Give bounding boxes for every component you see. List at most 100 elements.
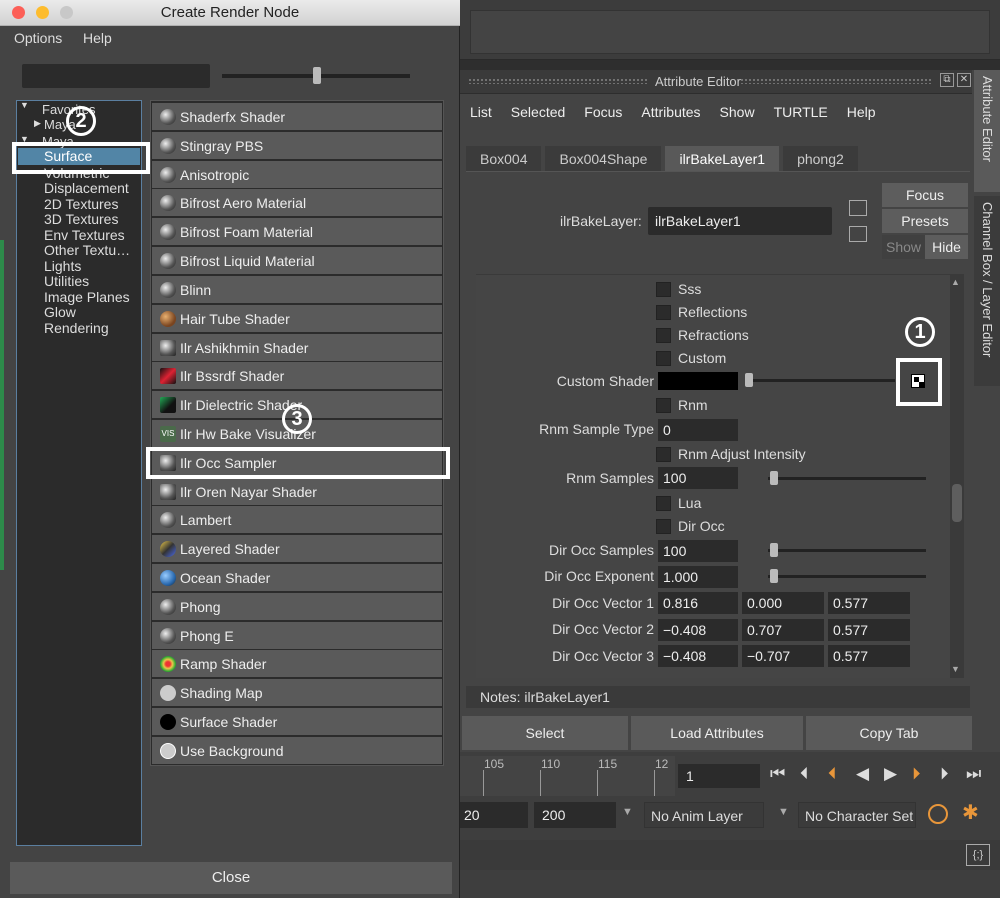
list-item-bifrost-liquid[interactable]: Bifrost Liquid Material — [152, 247, 442, 274]
rnm-sample-type-field[interactable]: 0 — [658, 419, 738, 441]
go-to-start-icon[interactable]: ⏮ — [770, 764, 785, 784]
rnm-adjust-intensity-checkbox[interactable] — [656, 447, 671, 462]
menu-help[interactable]: Help — [847, 104, 876, 126]
range-start-field[interactable]: 20 — [456, 802, 528, 828]
step-forward-key-icon[interactable]: ⏵ — [912, 764, 921, 784]
tab-phong2[interactable]: phong2 — [783, 146, 858, 172]
dir-occ-exponent-slider[interactable] — [768, 575, 926, 578]
menu-turtle[interactable]: TURTLE — [774, 104, 828, 126]
anim-layer-dropdown[interactable]: No Anim Layer — [644, 802, 764, 828]
list-item-ilr-oren-nayar[interactable]: Ilr Oren Nayar Shader — [152, 478, 442, 505]
character-set-dropdown[interactable]: No Character Set — [798, 802, 916, 828]
dir-occ-checkbox[interactable] — [656, 519, 671, 534]
hide-button[interactable]: Hide — [925, 235, 968, 259]
refractions-checkbox[interactable] — [656, 328, 671, 343]
dir-occ-vector-1-y[interactable]: 0.000 — [742, 592, 824, 614]
command-line[interactable] — [460, 840, 1000, 870]
list-item-surface-shader[interactable]: Surface Shader — [152, 708, 442, 735]
list-item-anisotropic[interactable]: Anisotropic — [152, 161, 442, 188]
menu-attributes[interactable]: Attributes — [641, 104, 700, 126]
close-button[interactable]: Close — [10, 862, 452, 894]
custom-checkbox[interactable] — [656, 351, 671, 366]
dir-occ-vector-1-x[interactable]: 0.816 — [658, 592, 738, 614]
rnm-samples-slider[interactable] — [768, 477, 926, 480]
load-attributes-button[interactable]: Load Attributes — [631, 716, 803, 750]
list-item-layered-shader[interactable]: Layered Shader — [152, 535, 442, 562]
sss-checkbox[interactable] — [656, 282, 671, 297]
list-item-bifrost-foam[interactable]: Bifrost Foam Material — [152, 218, 442, 245]
menu-options[interactable]: Options — [14, 30, 62, 46]
lua-checkbox[interactable] — [656, 496, 671, 511]
dir-occ-vector-3-x[interactable]: −0.408 — [658, 645, 738, 667]
dir-occ-vector-2-x[interactable]: −0.408 — [658, 619, 738, 641]
list-item-bifrost-aero[interactable]: Bifrost Aero Material — [152, 189, 442, 216]
step-back-frame-icon[interactable]: ⏴ — [800, 764, 809, 784]
menu-focus[interactable]: Focus — [584, 104, 622, 126]
custom-shader-slider[interactable] — [745, 379, 895, 382]
step-back-key-icon[interactable]: ⏴ — [828, 764, 837, 784]
copy-tab-button[interactable]: Copy Tab — [806, 716, 972, 750]
list-item-stingray-pbs[interactable]: Stingray PBS — [152, 132, 442, 159]
list-item-shaderfx-shader[interactable]: Shaderfx Shader — [152, 103, 442, 130]
rnm-checkbox[interactable] — [656, 398, 671, 413]
scrollbar-thumb[interactable] — [952, 484, 962, 522]
show-button[interactable]: Show — [882, 235, 925, 259]
tab-box004shape[interactable]: Box004Shape — [545, 146, 662, 172]
attributes-scrollbar[interactable] — [950, 274, 964, 678]
icon-size-slider-handle[interactable] — [313, 67, 321, 84]
side-tab-channel-box[interactable]: Channel Box / Layer Editor — [974, 196, 1000, 386]
dir-occ-exponent-field[interactable]: 1.000 — [658, 566, 738, 588]
custom-shader-slider-handle[interactable] — [745, 373, 753, 387]
scroll-down-icon[interactable]: ▼ — [951, 664, 960, 674]
menu-show[interactable]: Show — [720, 104, 755, 126]
auto-key-icon[interactable] — [928, 804, 948, 824]
drag-grip[interactable] — [468, 78, 648, 84]
output-connection-icon[interactable] — [849, 226, 867, 242]
tree-item-rendering[interactable]: Rendering — [44, 320, 109, 336]
custom-shader-swatch[interactable] — [658, 372, 738, 390]
tree-item-utilities[interactable]: Utilities — [44, 273, 89, 289]
dir-occ-vector-3-y[interactable]: −0.707 — [742, 645, 824, 667]
list-item-ocean-shader[interactable]: Ocean Shader — [152, 564, 442, 591]
list-item-shading-map[interactable]: Shading Map — [152, 679, 442, 706]
dir-occ-samples-field[interactable]: 100 — [658, 540, 738, 562]
notes-bar[interactable]: Notes: ilrBakeLayer1 — [466, 686, 970, 708]
scroll-up-icon[interactable]: ▲ — [951, 277, 960, 287]
tree-item-env-textures[interactable]: Env Textures — [44, 227, 125, 243]
tree-item-2d-textures[interactable]: 2D Textures — [44, 196, 118, 212]
presets-button[interactable]: Presets — [882, 209, 968, 233]
select-button[interactable]: Select — [462, 716, 628, 750]
rnm-samples-field[interactable]: 100 — [658, 467, 738, 489]
search-input[interactable] — [22, 64, 210, 88]
dir-occ-samples-slider-handle[interactable] — [770, 543, 778, 557]
node-name-field[interactable]: ilrBakeLayer1 — [648, 207, 832, 235]
range-end-field[interactable]: 200 — [534, 802, 616, 828]
animation-preferences-icon[interactable]: ✱ — [962, 800, 979, 825]
close-panel-icon[interactable]: ✕ — [957, 73, 971, 87]
dir-occ-vector-3-z[interactable]: 0.577 — [828, 645, 910, 667]
list-item-lambert[interactable]: Lambert — [152, 506, 442, 533]
menu-list[interactable]: List — [470, 104, 492, 126]
dir-occ-samples-slider[interactable] — [768, 549, 926, 552]
play-forwards-icon[interactable]: ▶ — [884, 764, 897, 784]
list-item-ilr-bssrdf[interactable]: Ilr Bssrdf Shader — [152, 362, 442, 389]
dir-occ-vector-2-z[interactable]: 0.577 — [828, 619, 910, 641]
favorites-expand-icon[interactable]: ▼ — [20, 100, 29, 110]
list-item-blinn[interactable]: Blinn — [152, 276, 442, 303]
input-connection-icon[interactable] — [849, 200, 867, 216]
tab-ilrbakelayer1[interactable]: ilrBakeLayer1 — [665, 146, 780, 172]
go-to-end-icon[interactable]: ⏭ — [966, 764, 981, 784]
tree-item-glow[interactable]: Glow — [44, 304, 76, 320]
dir-occ-vector-2-y[interactable]: 0.707 — [742, 619, 824, 641]
dir-occ-vector-1-z[interactable]: 0.577 — [828, 592, 910, 614]
step-forward-frame-icon[interactable]: ⏵ — [940, 764, 949, 784]
float-window-icon[interactable]: ⧉ — [940, 73, 954, 87]
menu-help-dialog[interactable]: Help — [83, 30, 112, 46]
reflections-checkbox[interactable] — [656, 305, 671, 320]
menu-selected[interactable]: Selected — [511, 104, 565, 126]
list-item-ilr-ashikhmin[interactable]: Ilr Ashikhmin Shader — [152, 334, 442, 361]
list-item-hair-tube-shader[interactable]: Hair Tube Shader — [152, 305, 442, 332]
tree-item-3d-textures[interactable]: 3D Textures — [44, 211, 118, 227]
list-item-phong-e[interactable]: Phong E — [152, 622, 442, 649]
script-editor-icon[interactable]: {;} — [966, 844, 990, 866]
